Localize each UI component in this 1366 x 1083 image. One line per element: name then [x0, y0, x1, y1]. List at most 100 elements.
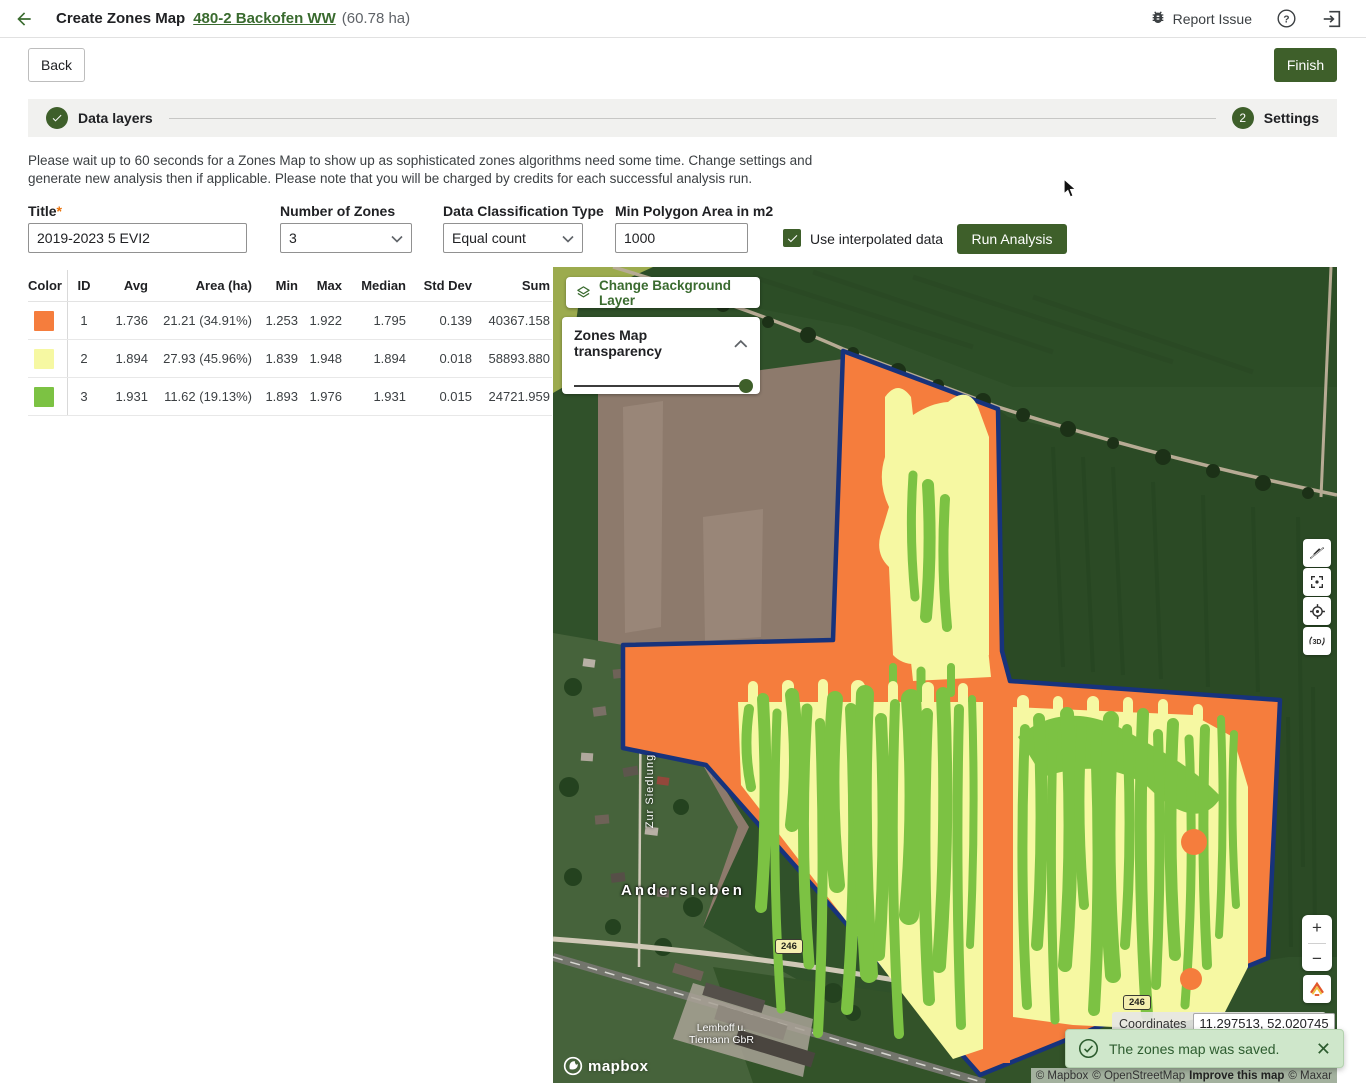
chevron-down-icon — [562, 230, 574, 246]
col-color: Color — [28, 270, 68, 301]
interpolated-checkbox[interactable] — [783, 229, 801, 247]
cell-area: 21.21 (34.91%) — [150, 313, 254, 328]
layers-icon — [576, 284, 591, 301]
cell-sum: 40367.158 — [474, 313, 552, 328]
zone2-color-cell — [28, 340, 68, 377]
intro-text: Please wait up to 60 seconds for a Zones… — [28, 152, 860, 188]
cell-max: 1.922 — [300, 313, 344, 328]
cell-avg: 1.736 — [100, 313, 150, 328]
cell-stddev: 0.018 — [408, 351, 474, 366]
help-icon[interactable]: ? — [1274, 7, 1298, 31]
cell-max: 1.948 — [300, 351, 344, 366]
field-area-label: (60.78 ha) — [342, 10, 410, 27]
cell-min: 1.253 — [254, 313, 300, 328]
cell-median: 1.931 — [344, 389, 408, 404]
mapbox-logo[interactable]: mapbox — [563, 1056, 649, 1076]
fit-bounds-button[interactable] — [1303, 568, 1331, 596]
title-input[interactable] — [28, 223, 247, 253]
back-button[interactable]: Back — [28, 48, 85, 82]
locate-button[interactable] — [1303, 597, 1331, 625]
attrib-osm[interactable]: © OpenStreetMap — [1092, 1070, 1185, 1082]
app-header: Create Zones Map 480-2 Backofen WW (60.7… — [0, 0, 1366, 38]
cell-id: 1 — [68, 313, 100, 328]
zone3-color-cell — [28, 378, 68, 415]
step2-number: 2 — [1232, 107, 1254, 129]
street-label: Zur Siedlung — [644, 746, 656, 836]
mapbox-logo-icon — [563, 1056, 583, 1076]
col-min: Min — [254, 278, 300, 293]
zones-table: Color ID Avg Area (ha) Min Max Median St… — [28, 270, 552, 416]
svg-text:?: ? — [1283, 14, 1289, 25]
required-asterisk: * — [57, 203, 62, 219]
cell-sum: 58893.880 — [474, 351, 552, 366]
step-data-layers[interactable]: Data layers — [46, 107, 153, 129]
attrib-maxar[interactable]: © Maxar — [1288, 1070, 1332, 1082]
bug-icon — [1150, 9, 1166, 28]
col-id: ID — [68, 278, 100, 293]
three-d-icon: 3D — [1307, 631, 1327, 651]
table-row: 3 1.931 11.62 (19.13%) 1.893 1.976 1.931… — [28, 378, 552, 416]
zoom-in-button[interactable]: + — [1312, 917, 1322, 938]
zone1-color-cell — [28, 302, 68, 339]
step-settings[interactable]: 2 Settings — [1232, 107, 1319, 129]
col-stddev: Std Dev — [408, 278, 474, 293]
map-attribution: © Mapbox © OpenStreetMap Improve this ma… — [1031, 1068, 1337, 1083]
toast-notification: The zones map was saved. ✕ — [1065, 1029, 1344, 1068]
transparency-slider-thumb[interactable] — [739, 379, 753, 393]
table-row: 1 1.736 21.21 (34.91%) 1.253 1.922 1.795… — [28, 302, 552, 340]
min-area-label: Min Polygon Area in m2 — [615, 203, 773, 219]
transparency-panel: Zones Map transparency — [562, 317, 760, 394]
finish-button[interactable]: Finish — [1274, 48, 1337, 82]
chevron-up-icon[interactable] — [734, 339, 748, 348]
transparency-slider[interactable] — [574, 385, 746, 387]
zoom-control: + − — [1302, 915, 1332, 971]
toast-close-icon[interactable]: ✕ — [1316, 1040, 1331, 1058]
number-of-zones-select[interactable]: 3 — [280, 223, 412, 253]
farm-label: Lemhoff u. Tiemann GbR — [689, 1022, 754, 1046]
cell-max: 1.976 — [300, 389, 344, 404]
col-median: Median — [344, 278, 408, 293]
maxar-logo-button[interactable] — [1303, 975, 1331, 1003]
change-background-layer-button[interactable]: Change Background Layer — [566, 277, 760, 308]
cell-avg: 1.931 — [100, 389, 150, 404]
zones-table-header: Color ID Avg Area (ha) Min Max Median St… — [28, 270, 552, 302]
maxar-logo-icon — [1308, 980, 1326, 998]
focus-icon — [1309, 574, 1325, 590]
attrib-mapbox[interactable]: © Mapbox — [1036, 1070, 1089, 1082]
col-sum: Sum — [474, 278, 552, 293]
toggle-3d-button[interactable]: 3D — [1303, 627, 1331, 655]
mapbox-logo-text: mapbox — [588, 1058, 649, 1075]
report-issue-label: Report Issue — [1173, 11, 1252, 27]
col-area: Area (ha) — [150, 278, 254, 293]
field-link[interactable]: 480-2 Backofen WW — [193, 10, 336, 27]
zone1-swatch — [34, 311, 54, 331]
town-label: Andersleben — [621, 882, 745, 899]
col-avg: Avg — [100, 278, 150, 293]
zoom-divider — [1308, 943, 1326, 944]
stepper: Data layers 2 Settings — [28, 99, 1337, 137]
road-badge: 246 — [1123, 995, 1151, 1010]
cell-id: 2 — [68, 351, 100, 366]
classification-value: Equal count — [452, 230, 526, 246]
road-badge: 246 — [775, 939, 803, 954]
step1-check-icon — [46, 107, 68, 129]
zoom-out-button[interactable]: − — [1312, 948, 1322, 969]
attrib-improve-link[interactable]: Improve this map — [1189, 1070, 1284, 1082]
cell-min: 1.839 — [254, 351, 300, 366]
cell-sum: 24721.959 — [474, 389, 552, 404]
locate-icon — [1309, 603, 1326, 620]
logout-icon[interactable] — [1320, 7, 1344, 31]
back-arrow-icon[interactable] — [12, 7, 36, 31]
create-zones-map-page: Create Zones Map 480-2 Backofen WW (60.7… — [0, 0, 1366, 1083]
classification-select[interactable]: Equal count — [443, 223, 583, 253]
number-of-zones-value: 3 — [289, 230, 297, 246]
stepper-line — [169, 118, 1216, 119]
map-canvas[interactable]: Change Background Layer Zones Map transp… — [553, 267, 1337, 1083]
run-analysis-button[interactable]: Run Analysis — [957, 224, 1067, 254]
min-area-input[interactable] — [615, 223, 748, 253]
cell-min: 1.893 — [254, 389, 300, 404]
hide-drawings-button[interactable] — [1303, 539, 1331, 567]
svg-text:3D: 3D — [1312, 638, 1321, 646]
title-label: Title* — [28, 203, 62, 219]
report-issue-button[interactable]: Report Issue — [1150, 9, 1252, 28]
